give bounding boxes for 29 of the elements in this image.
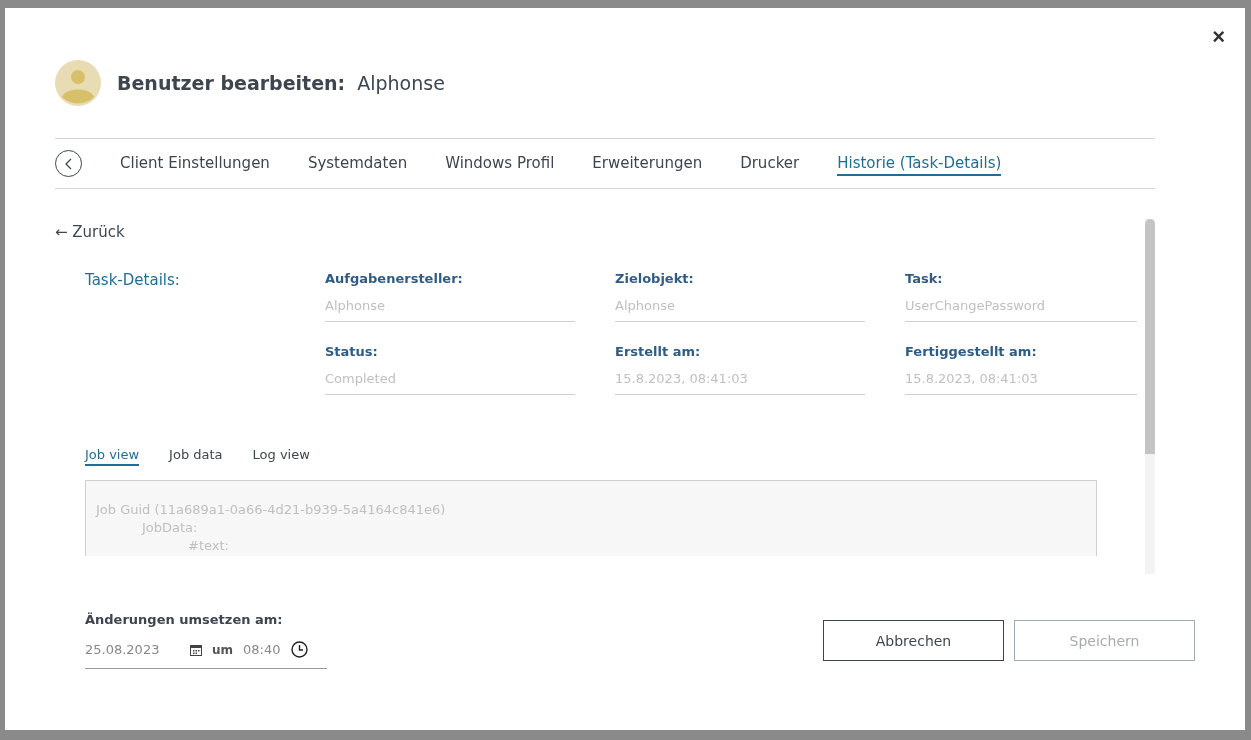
close-button[interactable]: × — [1208, 26, 1229, 48]
user-name: Alphonse — [357, 72, 445, 94]
cancel-button[interactable]: Abbrechen — [823, 620, 1004, 661]
readonly-field: Aufgabenersteller: Alphonse — [325, 271, 575, 322]
scroll-left-button[interactable] — [55, 150, 82, 177]
tab[interactable]: Historie (Task-Details) — [837, 151, 1002, 176]
view-tab[interactable]: Job view — [85, 447, 140, 466]
time-field[interactable]: 08:40 — [243, 642, 281, 657]
tab[interactable]: Erweiterungen — [592, 151, 703, 176]
scrollbar-thumb[interactable] — [1145, 219, 1155, 454]
calendar-icon[interactable] — [190, 643, 202, 656]
readonly-field: Status: Completed — [325, 344, 575, 395]
view-tab[interactable]: Log view — [252, 447, 310, 466]
date-field[interactable]: 25.08.2023 — [85, 642, 180, 657]
tab[interactable]: Windows Profil — [445, 151, 555, 176]
chevron-left-icon — [63, 157, 74, 170]
view-tab[interactable]: Job data — [169, 447, 223, 466]
readonly-field: Zielobjekt: Alphonse — [615, 271, 865, 322]
schedule-label: Änderungen umsetzen am: — [85, 612, 284, 627]
clock-icon[interactable] — [290, 641, 308, 658]
back-link[interactable]: ← Zurück — [55, 223, 125, 241]
tab[interactable]: Client Einstellungen — [120, 151, 270, 176]
tab[interactable]: Systemdaten — [307, 151, 408, 176]
tab[interactable]: Drucker — [740, 151, 800, 176]
section-heading: Task-Details: — [85, 271, 181, 291]
time-separator: um — [212, 642, 234, 657]
dialog-title: Benutzer bearbeiten: — [117, 72, 346, 94]
avatar-icon — [55, 60, 101, 106]
readonly-field: Erstellt am: 15.8.2023, 08:41:03 — [615, 344, 865, 395]
